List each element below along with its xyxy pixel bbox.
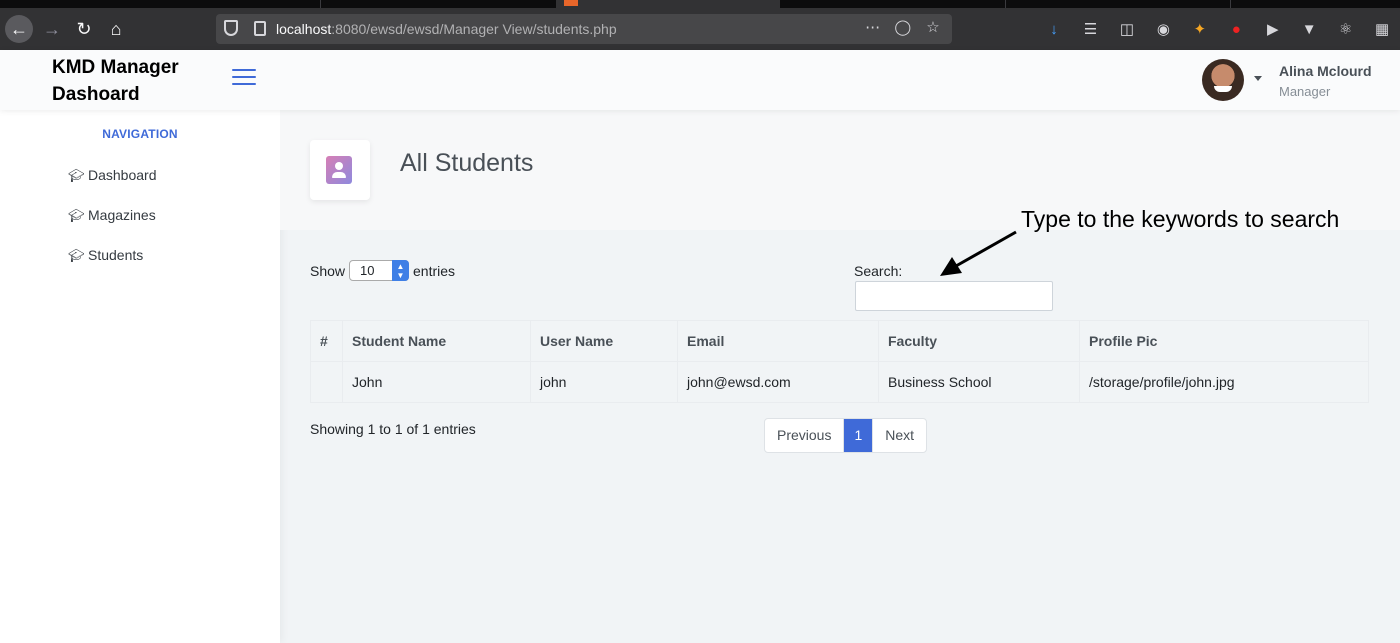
page-length-select[interactable]: 10 ▲ ▼ — [349, 260, 409, 281]
downloads-icon[interactable]: ↓ — [1038, 20, 1070, 40]
chevron-down-icon[interactable] — [1254, 76, 1262, 81]
page-info-icon[interactable] — [254, 21, 266, 36]
entries-label: entries — [413, 263, 456, 279]
url-path: :8080/ewsd/ewsd/Manager View/students.ph… — [331, 21, 617, 37]
cell-user-name: john — [530, 361, 678, 403]
sidebar-item-label: Students — [88, 247, 144, 263]
cell-student-name: John — [342, 361, 531, 403]
sidebar-item-label: Magazines — [88, 207, 156, 223]
sidebar-item-dashboard[interactable]: 🎓︎ Dashboard — [68, 167, 157, 184]
url-text[interactable]: localhost:8080/ewsd/ewsd/Manager View/st… — [276, 21, 617, 37]
page-1-button[interactable]: 1 — [844, 419, 873, 452]
select-arrows-icon: ▲ ▼ — [392, 260, 409, 281]
bookmark-star-icon[interactable]: ☆ — [920, 18, 946, 36]
extension-v-icon[interactable]: ▼ — [1293, 20, 1325, 40]
account-icon[interactable]: ◉ — [1147, 20, 1179, 40]
graduation-cap-icon: 🎓︎ — [68, 208, 85, 223]
tab-separator — [320, 0, 321, 8]
reload-icon[interactable]: ↻ — [70, 15, 98, 43]
brand-title: KMD Manager Dashoard — [52, 57, 179, 105]
avatar[interactable] — [1202, 59, 1244, 101]
tab-separator — [1005, 0, 1006, 8]
home-icon[interactable]: ⌂ — [102, 15, 130, 43]
previous-button[interactable]: Previous — [765, 419, 845, 452]
library-icon[interactable]: ☰ — [1074, 20, 1106, 40]
pagination: Previous 1 Next — [764, 418, 928, 453]
tab-separator — [1230, 0, 1231, 8]
next-button[interactable]: Next — [872, 419, 926, 452]
tracking-shield-icon[interactable] — [224, 20, 238, 36]
back-arrow-icon[interactable]: ← — [5, 15, 33, 43]
table-info: Showing 1 to 1 of 1 entries — [310, 421, 476, 437]
students-table: # Student Name User Name Email Faculty P… — [310, 320, 1369, 403]
page-length-value: 10 — [360, 263, 375, 278]
sidebar-toggle-icon[interactable]: ◫ — [1111, 20, 1143, 40]
graduation-cap-icon: 🎓︎ — [68, 168, 85, 183]
cell-email: john@ewsd.com — [677, 361, 879, 403]
sidebar-item-students[interactable]: 🎓︎ Students — [68, 247, 143, 264]
sidebar-item-magazines[interactable]: 🎓︎ Magazines — [68, 207, 156, 224]
table-header-row: # Student Name User Name Email Faculty P… — [310, 320, 1369, 362]
react-devtools-icon[interactable]: ⚛ — [1330, 20, 1362, 40]
extension-play-icon[interactable]: ▶ — [1257, 20, 1289, 40]
address-bar[interactable]: localhost:8080/ewsd/ewsd/Manager View/st… — [216, 14, 952, 44]
more-actions-icon[interactable]: ⋯ — [860, 18, 886, 36]
active-tab[interactable] — [556, 0, 780, 8]
browser-tabstrip — [0, 0, 1400, 8]
url-host: localhost — [276, 21, 332, 37]
extension-pinwheel-icon[interactable]: ✦ — [1184, 20, 1216, 40]
sidebar-heading: NAVIGATION — [102, 127, 178, 141]
cell-profile-pic: /storage/profile/john.jpg — [1079, 361, 1369, 403]
column-header-number[interactable]: # — [310, 320, 343, 362]
column-header-faculty[interactable]: Faculty — [878, 320, 1080, 362]
page-title: All Students — [400, 149, 534, 177]
pocket-icon[interactable]: ◯ — [890, 18, 916, 36]
sidebar: NAVIGATION 🎓︎ Dashboard 🎓︎ Magazines 🎓︎ Stu… — [0, 110, 280, 643]
url-actions: ⋯ ◯ ☆ — [860, 18, 946, 36]
search-input[interactable] — [855, 281, 1053, 311]
show-label: Show — [310, 263, 346, 279]
column-header-student-name[interactable]: Student Name — [342, 320, 531, 362]
extension-red-icon[interactable]: ● — [1220, 20, 1252, 40]
address-book-icon — [310, 140, 370, 200]
column-header-email[interactable]: Email — [677, 320, 879, 362]
column-header-profile-pic[interactable]: Profile Pic — [1079, 320, 1369, 362]
user-name: Alina Mclourd — [1279, 63, 1372, 79]
cell-number — [310, 361, 343, 403]
extensions-grid-icon[interactable]: ▦ — [1366, 20, 1398, 40]
annotation-arrow-icon — [940, 230, 1017, 276]
forward-arrow-icon[interactable]: → — [38, 15, 66, 43]
table-row: John john john@ewsd.com Business School … — [310, 361, 1369, 403]
cell-faculty: Business School — [878, 361, 1080, 403]
graduation-cap-icon: 🎓︎ — [68, 248, 85, 263]
browser-toolbar: ← → ↻ ⌂ localhost:8080/ewsd/ewsd/Manager… — [0, 8, 1400, 50]
hamburger-menu-icon[interactable] — [232, 69, 256, 87]
toolbar-icons: ↓ ☰ ◫ ◉ ✦ ● ▶ ▼ ⚛ ▦ ☰ — [1038, 20, 1400, 40]
annotation-text: Type to the keywords to search — [1021, 206, 1340, 232]
search-label: Search: — [854, 263, 903, 279]
sidebar-item-label: Dashboard — [88, 167, 157, 183]
app-header: KMD Manager Dashoard Alina Mclourd Manag… — [0, 50, 1400, 110]
column-header-user-name[interactable]: User Name — [530, 320, 678, 362]
user-role: Manager — [1279, 84, 1331, 99]
